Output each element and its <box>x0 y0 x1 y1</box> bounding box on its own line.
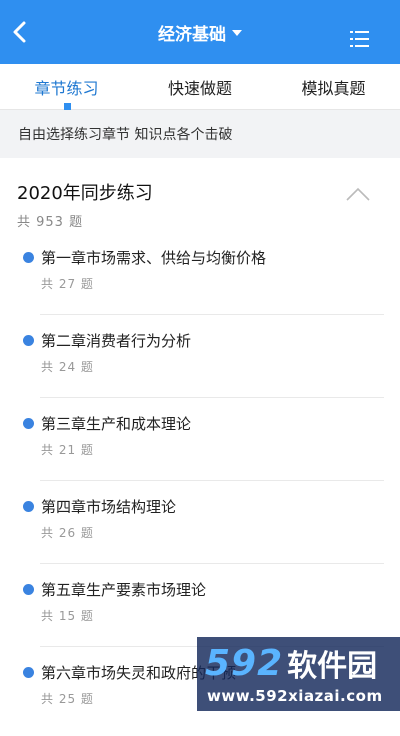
bullet-dot <box>23 418 34 429</box>
list-item[interactable]: 第一章市场需求、供给与均衡价格 共 27 题 <box>0 238 400 321</box>
divider <box>40 563 384 564</box>
watermark-number: 592 <box>205 642 284 684</box>
section-count: 共 953 题 <box>17 215 84 230</box>
tab-quick-practice[interactable]: 快速做题 <box>133 64 267 110</box>
page-title: 经济基础 <box>158 24 226 45</box>
chapter-name: 第一章市场需求、供给与均衡价格 <box>41 249 267 267</box>
chapter-name: 第四章市场结构理论 <box>41 498 177 516</box>
chapter-count: 共 25 题 <box>41 692 94 706</box>
bullet-dot <box>23 335 34 346</box>
bullet-dot <box>23 501 34 512</box>
title-dropdown[interactable]: 经济基础 <box>0 0 400 64</box>
site-watermark: 592 软件园 www.592xiazai.com <box>197 637 400 711</box>
chapter-name: 第三章生产和成本理论 <box>41 415 192 433</box>
chapter-count: 共 21 题 <box>41 443 94 457</box>
tab-mock-exam[interactable]: 模拟真题 <box>267 64 400 110</box>
bullet-dot <box>23 252 34 263</box>
caret-down-icon <box>232 30 242 36</box>
watermark-text: 软件园 <box>287 649 378 684</box>
top-app-bar: 经济基础 <box>0 0 400 64</box>
chapter-name: 第五章生产要素市场理论 <box>41 581 207 599</box>
section-title[interactable]: 2020年同步练习 <box>17 179 153 205</box>
list-item[interactable]: 第四章市场结构理论 共 26 题 <box>0 487 400 570</box>
chapter-name: 第二章消费者行为分析 <box>41 332 192 350</box>
chapter-count: 共 24 题 <box>41 360 94 374</box>
list-item[interactable]: 第二章消费者行为分析 共 24 题 <box>0 321 400 404</box>
tab-bar: 章节练习 快速做题 模拟真题 <box>0 64 400 110</box>
divider <box>40 397 384 398</box>
hint-banner: 自由选择练习章节 知识点各个击破 <box>0 110 400 158</box>
watermark-url: www.592xiazai.com <box>207 687 383 705</box>
bullet-dot <box>23 584 34 595</box>
chapter-count: 共 26 题 <box>41 526 94 540</box>
list-item[interactable]: 第三章生产和成本理论 共 21 题 <box>0 404 400 487</box>
divider <box>40 480 384 481</box>
watermark-logo: 592 软件园 <box>205 641 377 685</box>
bullet-dot <box>23 667 34 678</box>
divider <box>40 314 384 315</box>
chapter-count: 共 15 题 <box>41 609 94 623</box>
chapter-count: 共 27 题 <box>41 277 94 291</box>
chevron-up-icon[interactable] <box>346 186 370 202</box>
active-tab-indicator <box>64 103 71 110</box>
list-icon[interactable] <box>350 30 372 48</box>
